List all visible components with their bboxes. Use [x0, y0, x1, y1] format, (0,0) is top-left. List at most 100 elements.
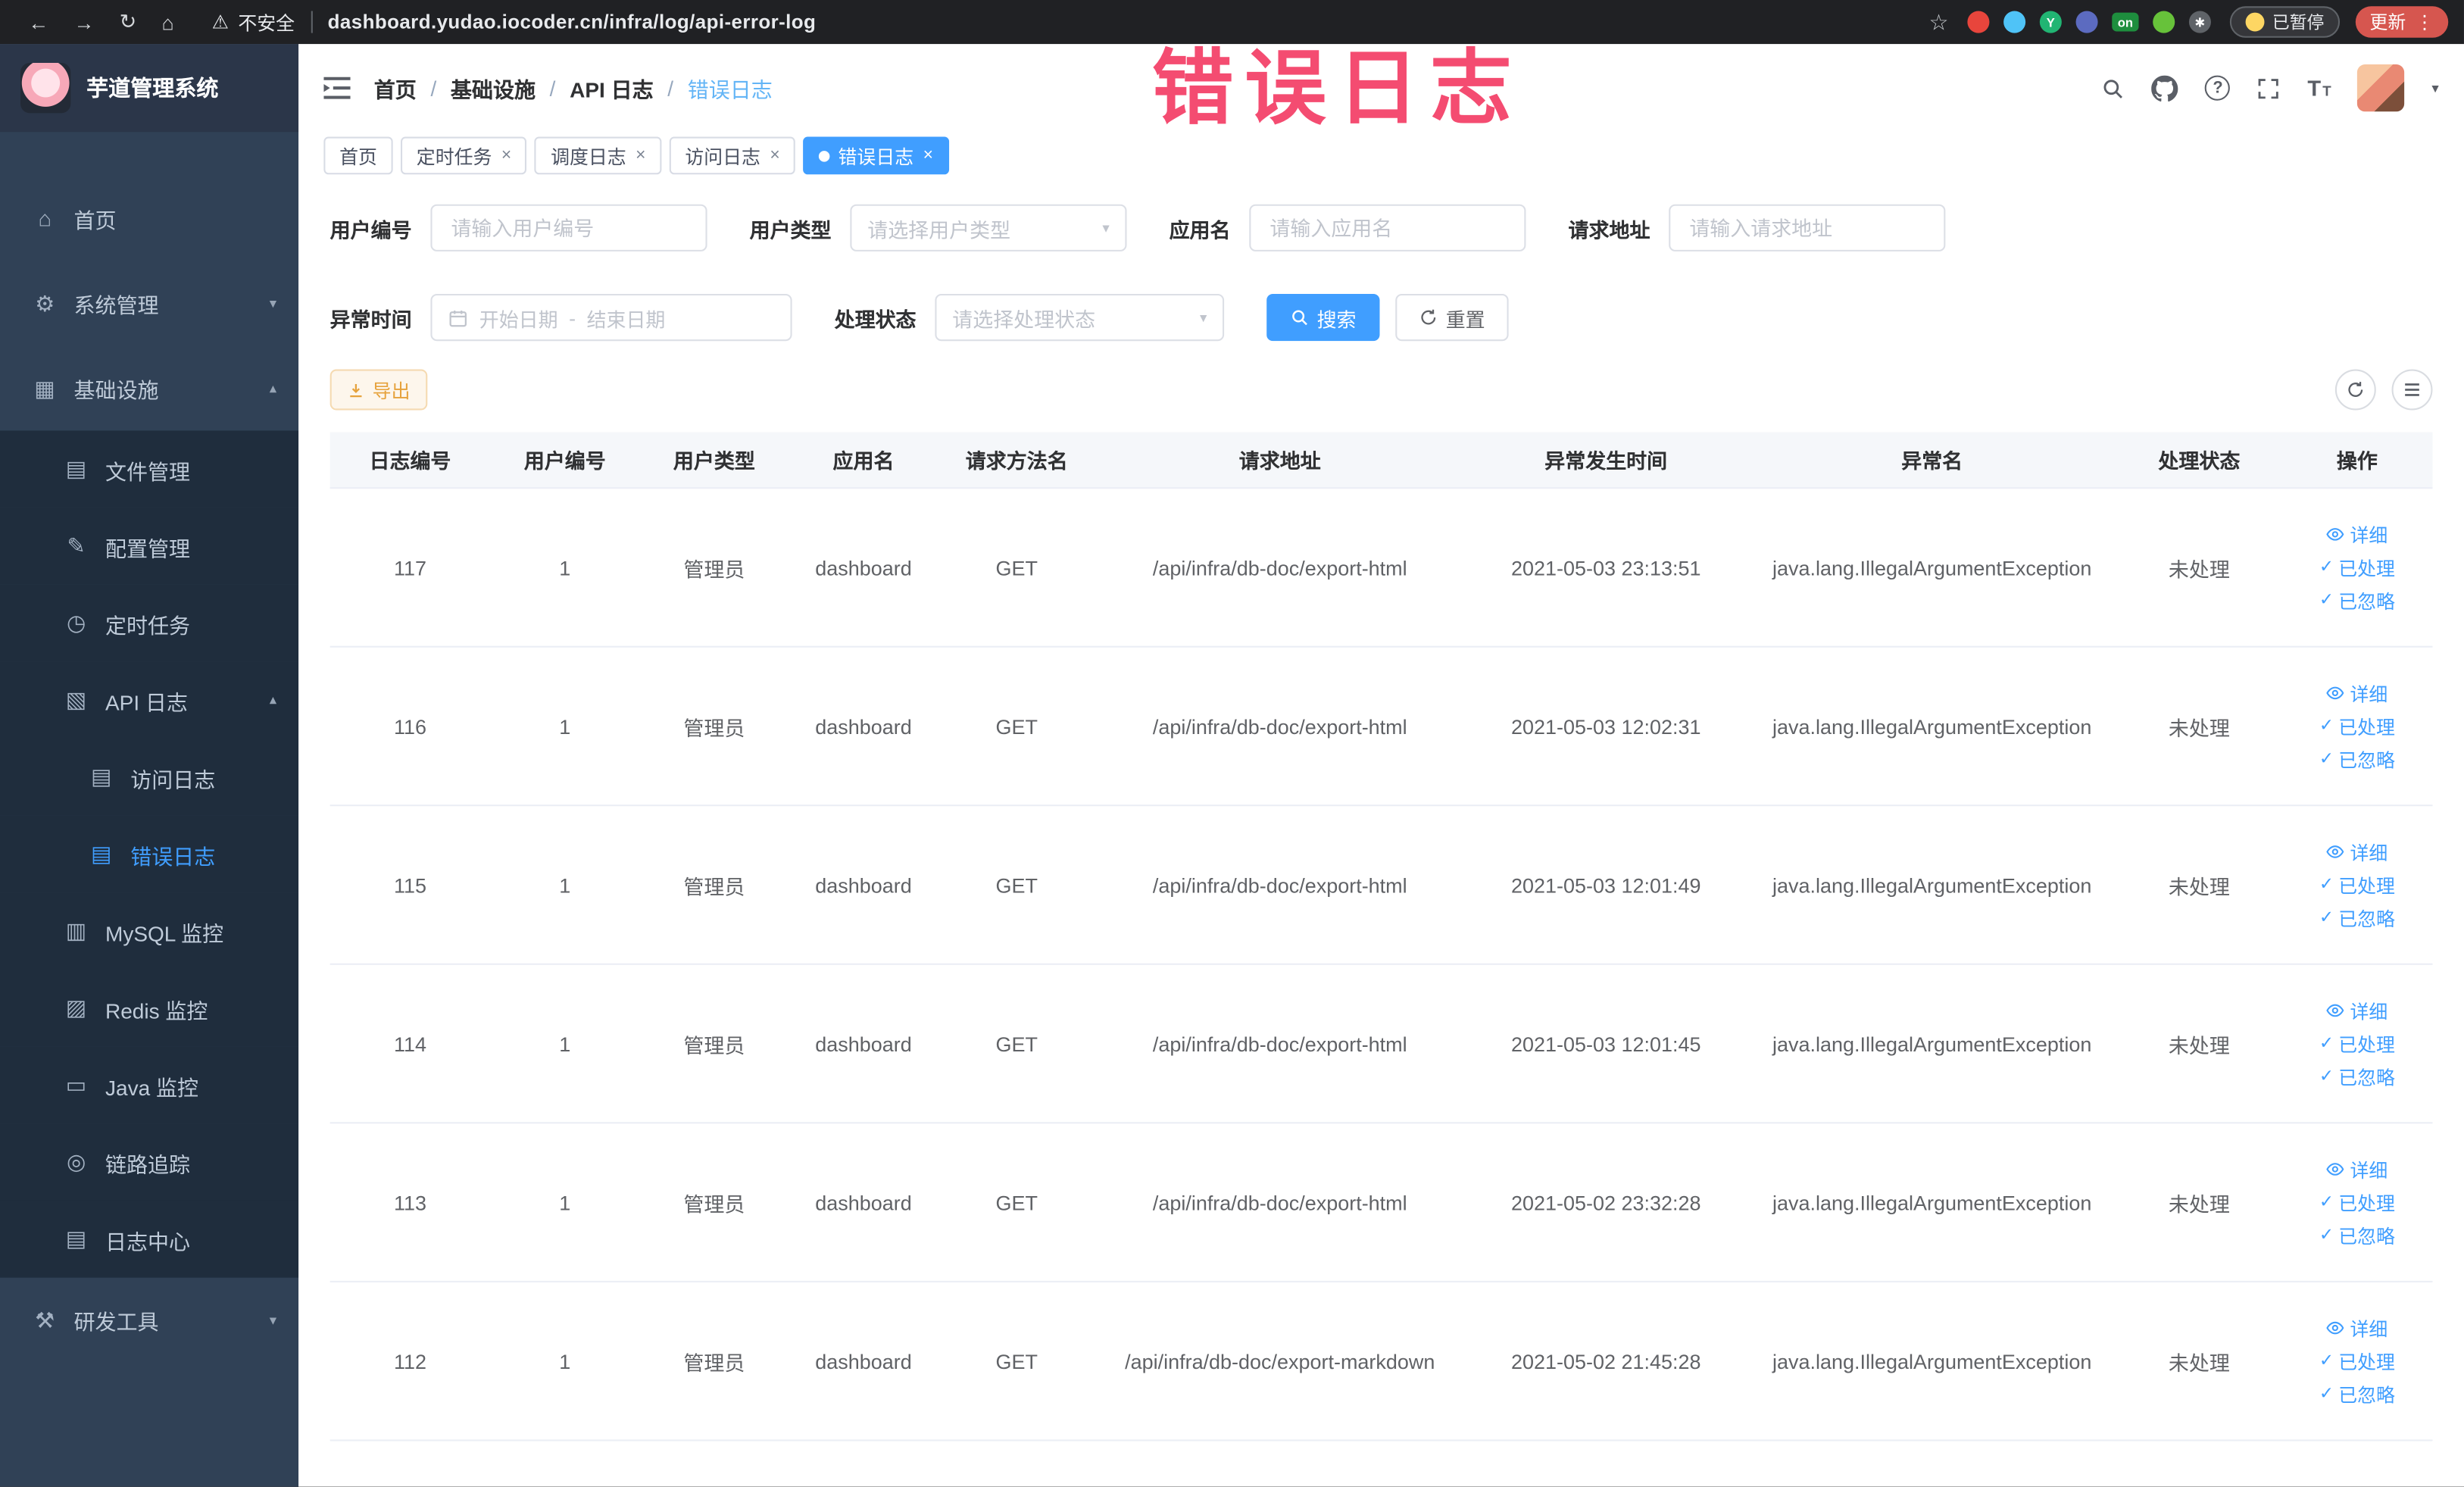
back-icon[interactable]: ←: [28, 10, 48, 33]
processed-link[interactable]: ✓ 已处理: [2319, 1348, 2395, 1374]
forward-icon[interactable]: →: [74, 10, 95, 33]
cell-user-type: 管理员: [683, 1351, 745, 1375]
breadcrumb-separator: /: [667, 76, 674, 100]
close-icon[interactable]: ×: [923, 146, 933, 165]
request-url-input[interactable]: [1686, 214, 1928, 242]
paused-label: 已暂停: [2272, 14, 2325, 33]
ignored-label: 已忽略: [2338, 1383, 2395, 1406]
cell-time: 2021-05-03 12:01:49: [1511, 873, 1701, 897]
search-icon[interactable]: [2102, 77, 2125, 100]
breadcrumb-item-api-log[interactable]: API 日志: [570, 72, 654, 103]
fullscreen-icon[interactable]: [2257, 77, 2281, 100]
ext-lightblue-icon[interactable]: [2003, 11, 2026, 33]
home-icon[interactable]: ⌂: [161, 10, 173, 33]
reset-button[interactable]: 重置: [1395, 293, 1509, 342]
sidebar-item-file-mgmt[interactable]: ▤ 文件管理: [0, 430, 299, 508]
detail-link[interactable]: 详细: [2326, 997, 2387, 1023]
ignored-link[interactable]: ✓ 已忽略: [2319, 587, 2395, 614]
cell-method: GET: [995, 1190, 1038, 1214]
reload-icon[interactable]: ↻: [120, 9, 137, 34]
cell-app: dashboard: [815, 714, 912, 739]
github-icon[interactable]: [2151, 74, 2179, 102]
columns-button[interactable]: [2391, 369, 2433, 411]
column-header-log-id: 日志编号: [369, 449, 451, 473]
refresh-button[interactable]: [2334, 369, 2376, 411]
breadcrumb-item-home[interactable]: 首页: [374, 72, 417, 103]
tab-scheduled-tasks[interactable]: 定时任务 ×: [401, 136, 527, 175]
config-icon: ✎: [67, 533, 86, 558]
tab-job-log[interactable]: 调度日志 ×: [535, 136, 662, 175]
avatar[interactable]: [2357, 64, 2406, 112]
sidebar-item-api-log[interactable]: ▧ API 日志 ▴: [0, 661, 299, 739]
cell-status: 未处理: [2168, 557, 2230, 581]
sidebar-item-error-log[interactable]: ▤ 错误日志: [0, 815, 299, 893]
sidebar-item-access-log[interactable]: ▤ 访问日志: [0, 739, 299, 816]
bookmark-star-icon[interactable]: ☆: [1928, 8, 1948, 35]
sidebar-item-trace[interactable]: ◎ 链路追踪: [0, 1123, 299, 1201]
processed-link[interactable]: ✓ 已处理: [2319, 1030, 2395, 1057]
tab-access-log[interactable]: 访问日志 ×: [669, 136, 796, 175]
sidebar-item-label: MySQL 监控: [105, 921, 224, 945]
close-icon[interactable]: ×: [501, 146, 511, 165]
breadcrumb-item-infra[interactable]: 基础设施: [451, 72, 536, 103]
processed-link[interactable]: ✓ 已处理: [2319, 1189, 2395, 1215]
ignored-link[interactable]: ✓ 已忽略: [2319, 1222, 2395, 1248]
detail-link[interactable]: 详细: [2326, 521, 2387, 548]
processed-link[interactable]: ✓ 已处理: [2319, 713, 2395, 739]
cell-actions: 详细 ✓ 已处理 ✓ 已忽略: [2281, 679, 2432, 772]
sidebar-item-log-center[interactable]: ▤ 日志中心: [0, 1200, 299, 1278]
ext-green-icon[interactable]: Y: [2039, 11, 2062, 33]
chevron-down-icon[interactable]: ▾: [2431, 80, 2438, 97]
ext-on-badge-icon[interactable]: on: [2112, 12, 2139, 32]
sidebar-item-home[interactable]: ⌂ 首页: [0, 176, 298, 261]
user-type-select[interactable]: 请选择用户类型 ▾: [850, 204, 1127, 251]
detail-link[interactable]: 详细: [2326, 1156, 2387, 1182]
process-status-select[interactable]: 请选择处理状态 ▾: [935, 293, 1225, 342]
update-chip[interactable]: 更新 ⋮: [2355, 6, 2449, 38]
cell-url: /api/infra/db-doc/export-html: [1152, 873, 1407, 897]
address-bar[interactable]: dashboard.yudao.iocoder.cn/infra/log/api…: [328, 11, 817, 33]
date-range-picker[interactable]: 开始日期 - 结束日期: [430, 293, 792, 342]
sidebar-item-scheduled-tasks[interactable]: ◷ 定时任务: [0, 584, 299, 662]
processed-link[interactable]: ✓ 已处理: [2319, 871, 2395, 898]
close-icon[interactable]: ×: [770, 146, 779, 165]
menu-fold-icon[interactable]: [323, 77, 351, 99]
ext-red-icon[interactable]: [1967, 11, 1990, 33]
app-name-input[interactable]: [1266, 214, 1509, 242]
cell-time: 2021-05-03 12:02:31: [1511, 714, 1701, 739]
processed-link[interactable]: ✓ 已处理: [2319, 554, 2395, 580]
kebab-menu-icon[interactable]: ⋮: [2416, 11, 2434, 33]
cell-method: GET: [995, 555, 1038, 579]
ext-leaf-icon[interactable]: [2153, 11, 2175, 33]
ignored-link[interactable]: ✓ 已忽略: [2319, 745, 2395, 772]
sidebar-item-mysql-monitor[interactable]: ▥ MySQL 监控: [0, 892, 299, 970]
request-url-label: 请求地址: [1568, 217, 1650, 242]
sidebar-item-infrastructure[interactable]: ▦ 基础设施 ▴: [0, 345, 298, 430]
ignored-link[interactable]: ✓ 已忽略: [2319, 904, 2395, 931]
tab-home[interactable]: 首页: [323, 136, 393, 175]
detail-link[interactable]: 详细: [2326, 679, 2387, 706]
close-icon[interactable]: ×: [636, 146, 645, 165]
user-id-input[interactable]: [448, 214, 690, 242]
detail-link[interactable]: 详细: [2326, 839, 2387, 865]
sidebar-item-system-mgmt[interactable]: ⚙ 系统管理 ▾: [0, 261, 298, 345]
update-label: 更新: [2369, 14, 2406, 33]
security-chip[interactable]: ⚠ 不安全: [212, 8, 295, 35]
cell-user-type: 管理员: [683, 715, 745, 740]
ignored-link[interactable]: ✓ 已忽略: [2319, 1381, 2395, 1407]
sidebar-item-dev-tools[interactable]: ⚒ 研发工具 ▾: [0, 1278, 298, 1363]
sidebar-item-redis-monitor[interactable]: ▨ Redis 监控: [0, 970, 299, 1047]
export-button[interactable]: 导出: [329, 369, 428, 411]
help-icon[interactable]: ?: [2205, 75, 2231, 101]
ignored-link[interactable]: ✓ 已忽略: [2319, 1063, 2395, 1089]
sidebar-item-java-monitor[interactable]: ▭ Java 监控: [0, 1046, 299, 1124]
detail-link[interactable]: 详细: [2326, 1314, 2387, 1341]
search-button[interactable]: 搜索: [1266, 293, 1380, 342]
sidebar-item-config-mgmt[interactable]: ✎ 配置管理: [0, 508, 299, 585]
tab-error-log[interactable]: 错误日志 ×: [803, 136, 949, 175]
ext-star-icon[interactable]: ✱: [2188, 11, 2211, 33]
ext-indigo-icon[interactable]: [2075, 11, 2098, 33]
user-id-label: 用户编号: [329, 217, 412, 242]
paused-chip[interactable]: 已暂停: [2229, 6, 2341, 38]
font-size-icon[interactable]: TT: [2307, 76, 2331, 101]
